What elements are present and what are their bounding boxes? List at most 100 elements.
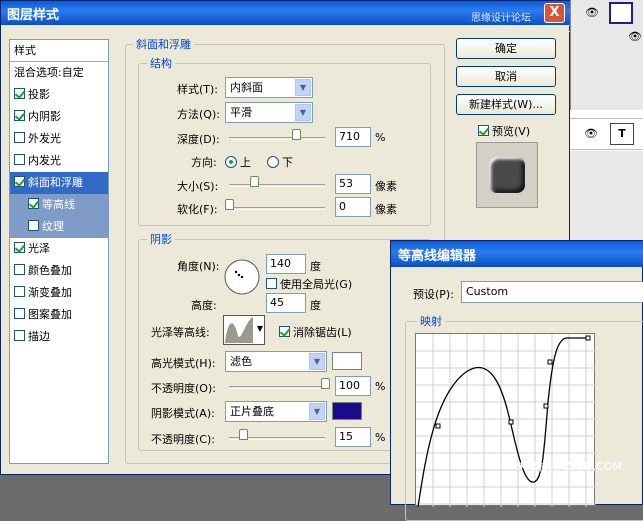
style-list-item-label: 图案叠加 [28,308,72,321]
site-watermark: 朱峰社区 ZFSD.COM [516,460,622,473]
layer-row-top[interactable]: 👁 👁 [570,0,643,110]
style-list-item[interactable]: 渐变叠加 [10,282,108,304]
ok-button[interactable]: 确定 [456,38,556,59]
checkbox-off-icon[interactable] [28,220,39,231]
highlight-color-swatch[interactable] [332,352,362,370]
checkbox-off-icon[interactable] [14,154,25,165]
direction-up-radio[interactable]: 上 [225,154,251,170]
cancel-button[interactable]: 取消 [456,66,556,87]
layer-row-text[interactable]: 👁 T [570,118,643,150]
shading-label: 阴影 [147,231,175,247]
shadow-opacity-input[interactable]: 15 [335,427,371,447]
checkbox-on-icon[interactable] [14,176,25,187]
eye-icon[interactable]: 👁 [584,127,598,140]
checkbox-off-icon[interactable] [14,308,25,319]
size-unit: 像素 [375,180,397,193]
dialog-titlebar[interactable]: 图层样式 思缘设计论坛 WWW.MISSYUAN.COM X [1,1,581,35]
style-list-item[interactable]: 纹理 [10,216,108,238]
style-list-item-label: 混合选项:自定 [14,66,84,79]
eye-icon[interactable]: 👁 [585,6,599,19]
contour-editor-title[interactable]: 等高线编辑器 [391,241,643,267]
close-button[interactable]: X [544,3,565,23]
antialias-label: 消除锯齿(L) [293,326,352,339]
highlight-opacity-thumb[interactable] [321,378,330,389]
new-style-button[interactable]: 新建样式(W)... [456,94,556,115]
altitude-unit: 度 [310,299,321,312]
shadow-mode-select[interactable]: 正片叠底 ▼ [225,401,327,422]
style-list-item[interactable]: 混合选项:自定 [10,62,108,84]
style-list-item-label: 光泽 [28,242,50,255]
style-list-header[interactable]: 样式 [10,40,108,62]
soften-slider-thumb[interactable] [225,199,234,210]
preset-value: Custom [466,285,509,298]
soften-input[interactable]: 0 [335,197,371,217]
style-list-item-label: 内阴影 [28,110,61,123]
altitude-input[interactable]: 45 [266,293,306,313]
style-list-item[interactable]: 斜面和浮雕 [10,172,108,194]
dialog-title: 图层样式 [7,8,60,23]
method-select[interactable]: 平滑 ▼ [225,102,313,123]
radio-on-icon [225,156,237,168]
depth-slider[interactable] [229,137,325,140]
depth-input[interactable]: 710 [335,127,371,147]
style-list-item-label: 等高线 [42,198,75,211]
angle-label: 角度(N): [177,260,220,273]
checkbox-on-icon[interactable] [28,198,39,209]
highlight-mode-select[interactable]: 滤色 ▼ [225,351,327,372]
checkbox-off-icon[interactable] [14,264,25,275]
style-list: 样式 混合选项:自定投影内阴影外发光内发光斜面和浮雕等高线纹理光泽颜色叠加 渐变叠… [9,39,109,464]
shadow-color-swatch[interactable] [332,402,362,420]
global-light-checkbox[interactable]: 使用全局光(G) [266,276,352,292]
style-list-item[interactable]: 外发光 [10,128,108,150]
text-layer-icon: T [610,123,634,145]
style-list-item-label: 纹理 [42,220,64,233]
style-list-item[interactable]: 内阴影 [10,106,108,128]
style-list-item[interactable]: 颜色叠加 [10,260,108,282]
chevron-down-icon: ▼ [309,353,325,370]
size-slider-thumb[interactable] [249,176,259,187]
style-list-item-label: 内发光 [28,154,61,167]
angle-unit: 度 [310,260,321,273]
contour-curve-editor[interactable] [415,333,596,508]
angle-dial[interactable] [223,258,261,296]
highlight-opacity-input[interactable]: 100 [335,376,371,396]
soften-slider[interactable] [229,207,325,210]
chevron-down-icon: ▼ [295,104,311,121]
size-slider[interactable] [229,184,325,187]
highlight-opacity-slider[interactable] [229,386,325,389]
style-list-item[interactable]: 光泽 [10,238,108,260]
preset-select[interactable]: Custom [461,281,643,303]
checkbox-on-icon [279,326,290,337]
style-list-item[interactable]: 投影 [10,84,108,106]
angle-input[interactable]: 140 [266,254,306,274]
checkbox-on-icon[interactable] [14,88,25,99]
style-list-item[interactable]: 内发光 [10,150,108,172]
preview-checkbox[interactable]: 预览(V) [478,123,530,139]
style-field-label: 样式(T): [177,83,219,96]
size-input[interactable]: 53 [335,174,371,194]
bevel-group-label: 斜面和浮雕 [133,36,194,52]
gloss-contour-picker[interactable]: ▼ [223,315,265,345]
preview-thumbnail [476,142,538,208]
checkbox-off-icon[interactable] [14,132,25,143]
checkbox-off-icon[interactable] [14,286,25,297]
direction-down-radio[interactable]: 下 [267,154,293,170]
checkbox-off-icon [266,278,277,289]
style-list-item[interactable]: 描边 [10,326,108,348]
size-label: 大小(S): [177,180,219,193]
style-select[interactable]: 内斜面 ▼ [225,77,313,98]
antialias-checkbox[interactable]: 消除锯齿(L) [279,324,352,340]
eye-icon[interactable]: 👁 [628,30,642,43]
checkbox-off-icon[interactable] [14,330,25,341]
style-list-item[interactable]: 图案叠加 [10,304,108,326]
highlight-mode-value: 滤色 [230,355,252,368]
checkbox-on-icon[interactable] [14,242,25,253]
altitude-label: 高度: [191,299,217,312]
shadow-mode-label: 阴影模式(A): [151,407,215,420]
preview-label: 预览(V) [492,125,531,138]
depth-slider-thumb[interactable] [292,129,302,140]
shadow-opacity-thumb[interactable] [239,429,249,440]
style-list-item[interactable]: 等高线 [10,194,108,216]
direction-down-label: 下 [282,156,293,169]
checkbox-on-icon[interactable] [14,110,25,121]
